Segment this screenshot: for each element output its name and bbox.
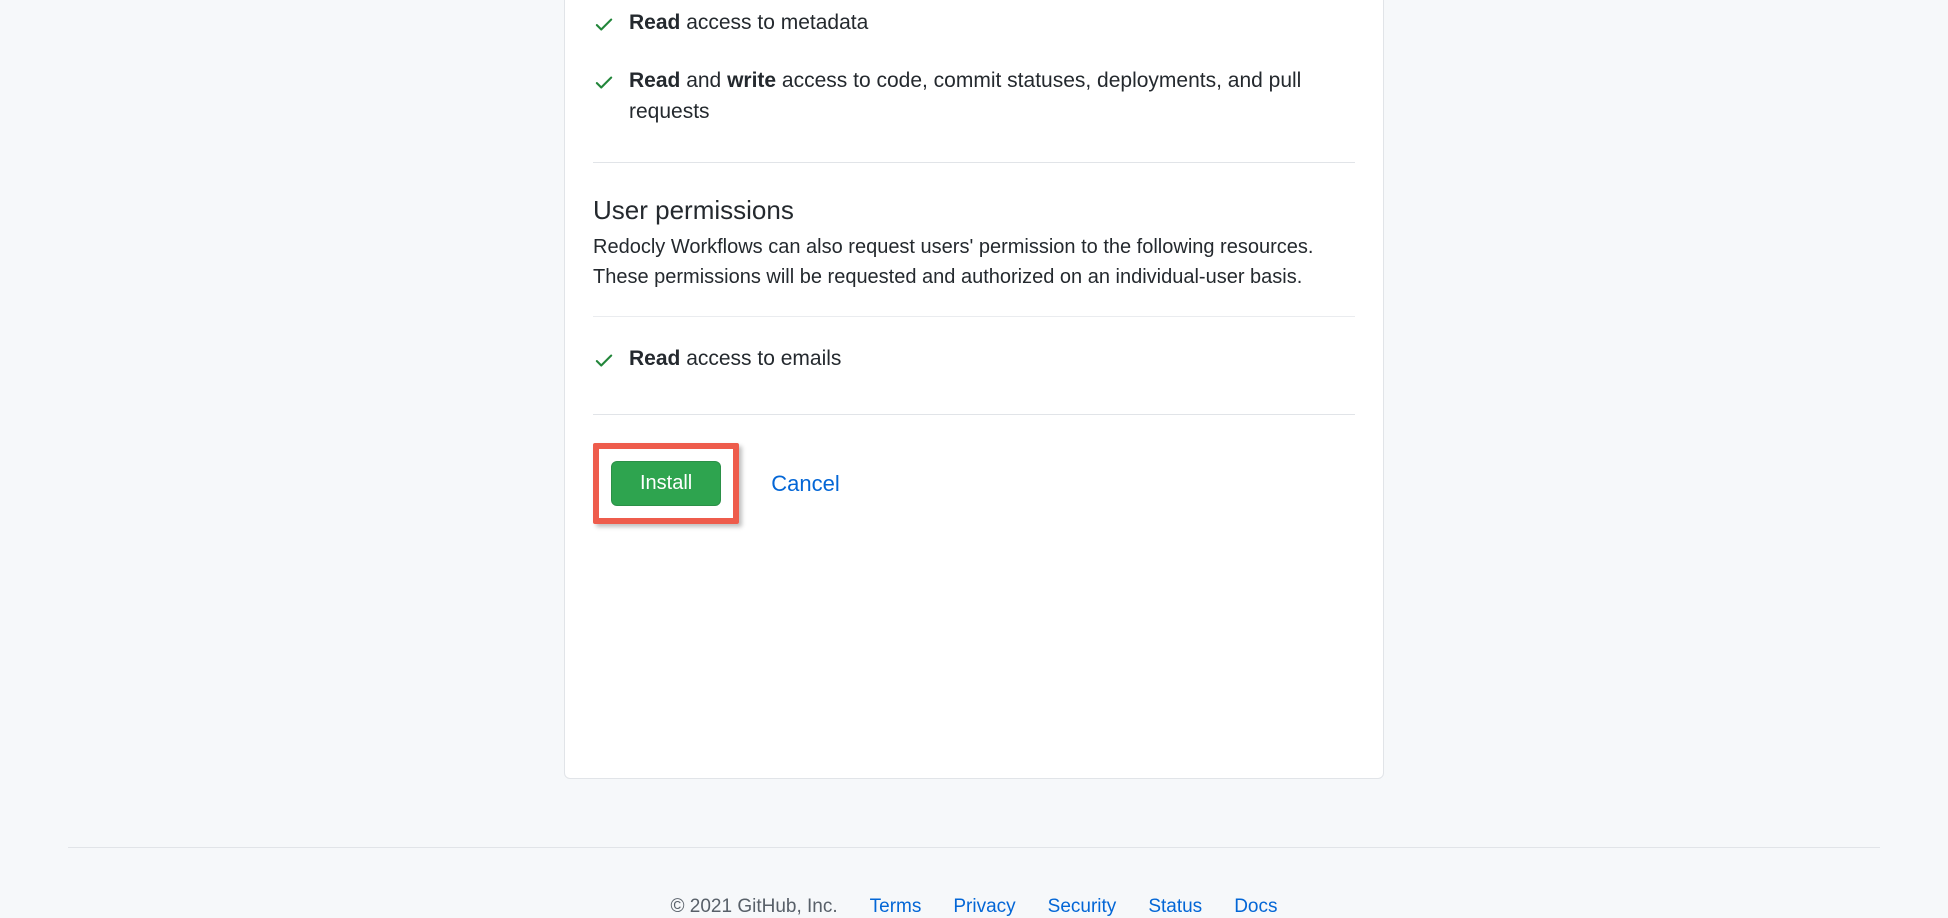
check-icon [593,349,615,381]
permission-text: Read access to emails [629,343,1355,375]
footer-link-security[interactable]: Security [1048,896,1117,918]
permission-item: Read and write access to code, commit st… [593,55,1355,138]
footer-link-docs[interactable]: Docs [1234,896,1277,918]
repo-permissions-list: Read access to metadata Read and write ac… [593,0,1355,162]
user-permissions-description: Redocly Workflows can also request users… [593,232,1355,312]
footer-link-status[interactable]: Status [1148,896,1202,918]
permission-item: Read access to metadata [593,0,1355,55]
footer-link-privacy[interactable]: Privacy [953,896,1015,918]
cancel-link[interactable]: Cancel [771,471,839,497]
permission-text: Read and write access to code, commit st… [629,65,1355,128]
user-permissions-header: User permissions Redocly Workflows can a… [593,163,1355,316]
user-permissions-list: Read access to emails [593,317,1355,415]
install-permissions-card: Read access to metadata Read and write ac… [564,0,1384,779]
permission-item: Read access to emails [593,333,1355,391]
check-icon [593,71,615,103]
install-button-highlight: Install [593,443,739,524]
footer-link-terms[interactable]: Terms [870,896,922,918]
install-button[interactable]: Install [611,461,721,506]
actions-row: Install Cancel [593,415,1355,524]
user-permissions-title: User permissions [593,195,1355,226]
footer-copyright: © 2021 GitHub, Inc. [671,896,838,918]
check-icon [593,13,615,45]
permission-text: Read access to metadata [629,7,1355,39]
page-footer: © 2021 GitHub, Inc. Terms Privacy Security… [0,848,1948,918]
